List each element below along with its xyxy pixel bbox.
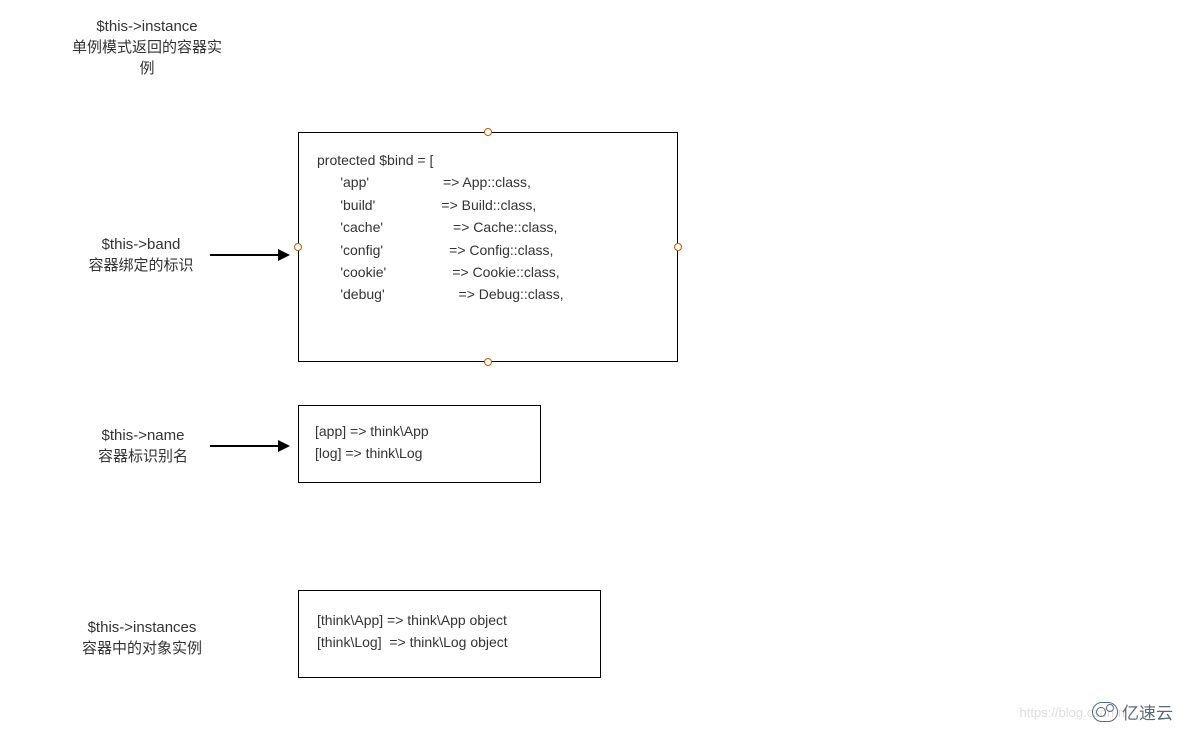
arrow-band bbox=[210, 245, 290, 265]
box-instances: [think\App] => think\App object [think\L… bbox=[298, 590, 601, 678]
label-name: $this->name 容器标识别名 bbox=[78, 425, 208, 467]
label-name-title: $this->name bbox=[78, 425, 208, 446]
cloud-icon bbox=[1092, 702, 1118, 722]
handle-left bbox=[294, 243, 302, 251]
logo: 亿速云 bbox=[1092, 699, 1173, 724]
arrow-name bbox=[210, 436, 290, 456]
handle-top bbox=[484, 128, 492, 136]
label-instance-desc: 单例模式返回的容器实 例 bbox=[62, 37, 232, 79]
label-instances: $this->instances 容器中的对象实例 bbox=[62, 617, 222, 659]
label-band-title: $this->band bbox=[76, 234, 206, 255]
handle-right bbox=[674, 243, 682, 251]
label-name-desc: 容器标识别名 bbox=[78, 446, 208, 467]
box-bind: protected $bind = [ 'app' => App::class,… bbox=[298, 132, 678, 362]
label-band: $this->band 容器绑定的标识 bbox=[76, 234, 206, 276]
label-instance-title: $this->instance bbox=[62, 16, 232, 37]
label-instances-title: $this->instances bbox=[62, 617, 222, 638]
box-name: [app] => think\App [log] => think\Log bbox=[298, 405, 541, 483]
label-instance: $this->instance 单例模式返回的容器实 例 bbox=[62, 16, 232, 79]
logo-text: 亿速云 bbox=[1122, 699, 1173, 724]
label-band-desc: 容器绑定的标识 bbox=[76, 255, 206, 276]
handle-bottom bbox=[484, 358, 492, 366]
label-instances-desc: 容器中的对象实例 bbox=[62, 638, 222, 659]
